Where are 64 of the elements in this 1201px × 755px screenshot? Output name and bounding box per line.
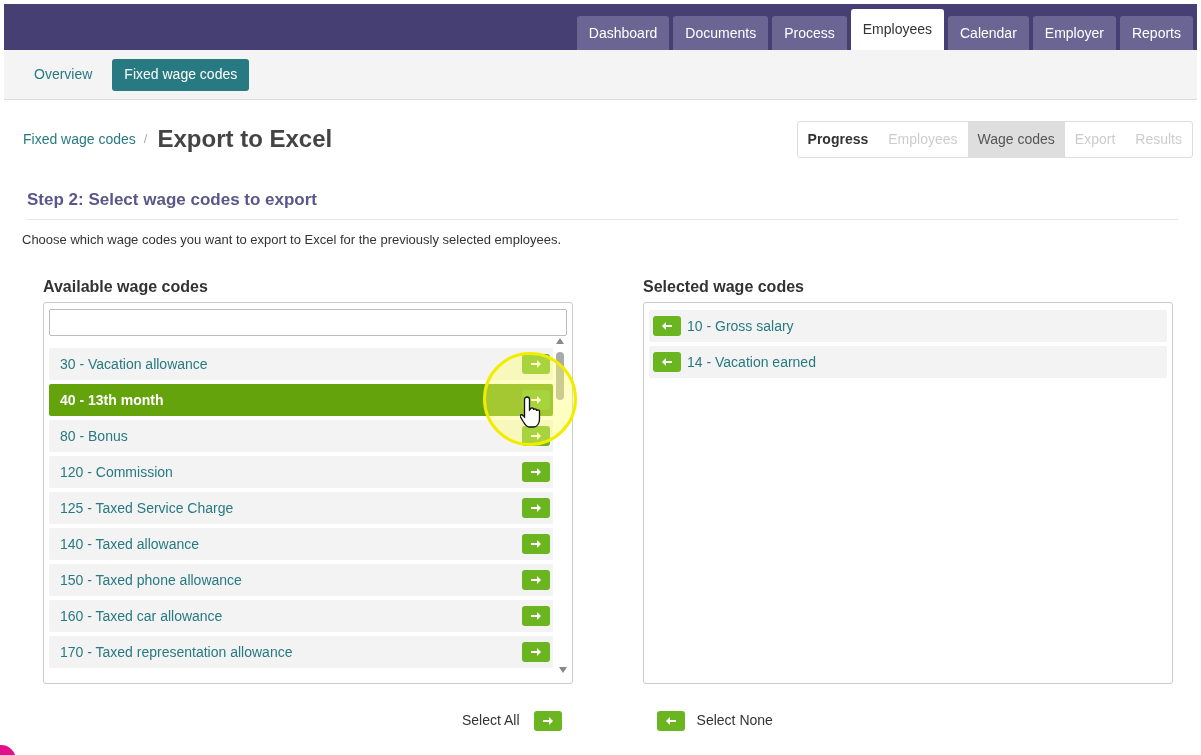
right-arrow-icon [530, 611, 542, 621]
step-description: Choose which wage codes you want to export to Excel for the previously selected employees. [22, 230, 563, 249]
left-arrow-icon [661, 357, 673, 367]
nav-tab[interactable]: Process [772, 16, 847, 50]
wage-code-label: 170 - Taxed representation allowance [60, 642, 293, 662]
wage-code-label: 14 - Vacation earned [687, 352, 816, 372]
nav-tab[interactable]: Dashboard [576, 16, 670, 50]
list-item[interactable]: 30 - Vacation allowance [49, 348, 553, 380]
select-none-label: Select None [696, 711, 773, 730]
wage-code-label: 120 - Commission [60, 462, 173, 482]
right-arrow-icon [530, 647, 542, 657]
scroll-up-icon [556, 338, 564, 344]
list-item[interactable]: 150 - Taxed phone allowance [49, 564, 553, 596]
right-arrow-icon [541, 715, 554, 726]
progress-label: Progress [806, 129, 870, 149]
wage-code-label: 150 - Taxed phone allowance [60, 570, 242, 590]
left-arrow-icon [664, 715, 677, 726]
scrollbar-thumb[interactable] [556, 352, 564, 400]
remove-button[interactable] [653, 316, 681, 336]
list-item[interactable]: 80 - Bonus [49, 420, 553, 452]
right-arrow-icon [530, 503, 542, 513]
wage-code-label: 10 - Gross salary [687, 316, 794, 336]
list-item[interactable]: 160 - Taxed car allowance [49, 600, 553, 632]
nav-tab[interactable]: Documents [673, 16, 769, 50]
subnav-tab[interactable]: Overview [22, 58, 105, 91]
subnav-tab[interactable]: Fixed wage codes [112, 58, 250, 91]
wage-code-label: 30 - Vacation allowance [60, 354, 208, 374]
right-arrow-icon [530, 359, 542, 369]
select-none-button[interactable] [656, 710, 685, 731]
list-item[interactable]: 40 - 13th month [49, 384, 553, 416]
wage-code-label: 125 - Taxed Service Charge [60, 498, 234, 518]
scroll-down-icon [559, 667, 567, 673]
page-title: Export to Excel [157, 124, 333, 154]
list-title: Available wage codes [43, 277, 209, 297]
breadcrumb-link[interactable]: Fixed wage codes [23, 128, 136, 150]
wage-code-label: 80 - Bonus [60, 426, 128, 446]
nav-tab[interactable]: Employer [1032, 16, 1116, 50]
breadcrumb-separator: / [143, 130, 148, 149]
right-arrow-icon [530, 395, 542, 405]
right-arrow-icon [530, 539, 542, 549]
select-all-button[interactable] [533, 710, 562, 731]
right-arrow-icon [530, 575, 542, 585]
right-arrow-icon [530, 431, 542, 441]
step-title: Step 2: Select wage codes to export [27, 187, 1178, 220]
list-title: Selected wage codes [643, 277, 805, 297]
list-item[interactable]: 140 - Taxed allowance [49, 528, 553, 560]
left-arrow-icon [661, 321, 673, 331]
add-button[interactable] [522, 426, 550, 446]
list-item[interactable]: 125 - Taxed Service Charge [49, 492, 553, 524]
nav-tab[interactable]: Calendar [948, 16, 1029, 50]
progress-step: Wage codes [967, 121, 1065, 157]
wage-code-label: 140 - Taxed allowance [60, 534, 200, 554]
right-arrow-icon [530, 467, 542, 477]
wage-code-label: 160 - Taxed car allowance [60, 606, 223, 626]
select-all-label: Select All [462, 711, 520, 730]
remove-button[interactable] [653, 352, 681, 372]
list-item[interactable]: 14 - Vacation earned [649, 346, 1167, 378]
wage-code-label: 40 - 13th month [60, 390, 164, 410]
list-item[interactable]: 170 - Taxed representation allowance [49, 636, 553, 668]
nav-tab[interactable]: Employees [850, 9, 944, 50]
list-item[interactable]: 10 - Gross salary [649, 310, 1167, 342]
nav-tab[interactable]: Reports [1119, 16, 1193, 50]
search-field[interactable] [49, 309, 567, 336]
list-item[interactable]: 120 - Commission [49, 456, 553, 488]
